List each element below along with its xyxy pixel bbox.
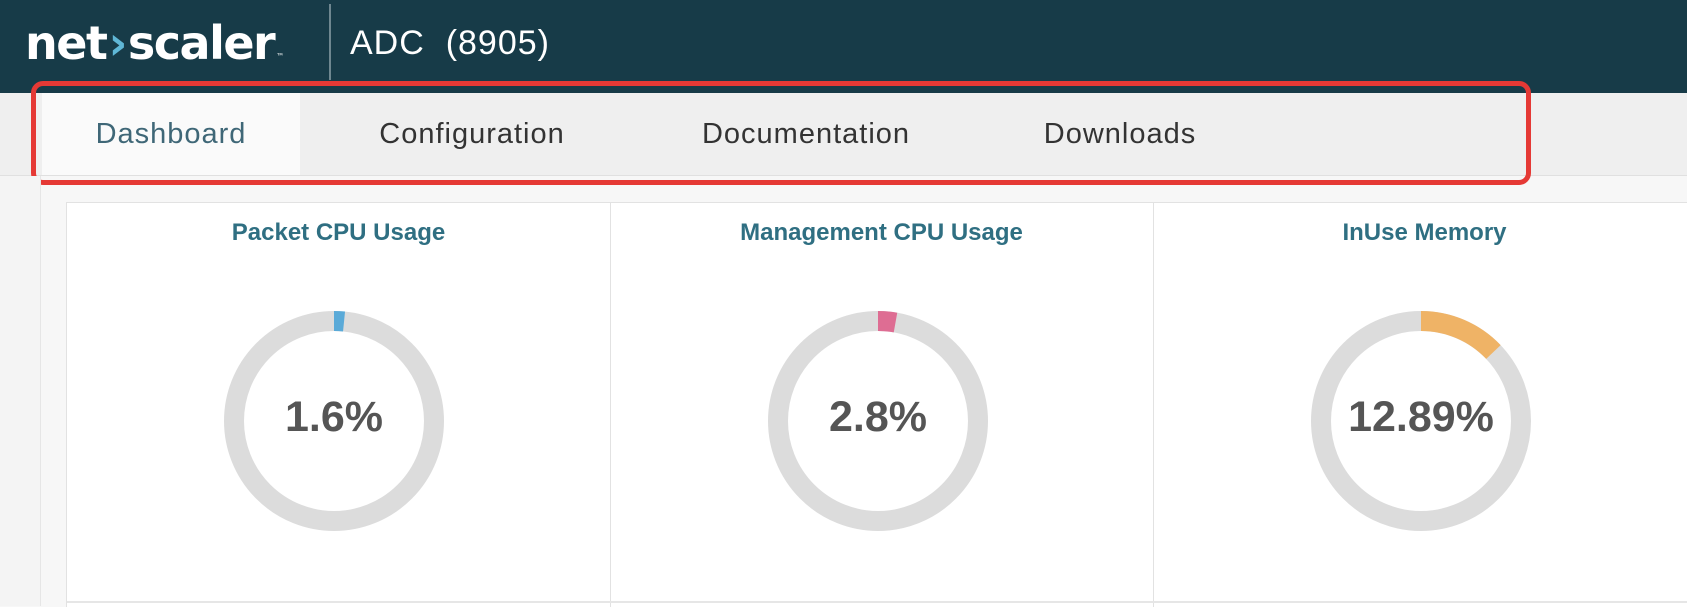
gauge-panel-management-cpu: Management CPU Usage 2.8% bbox=[610, 203, 1154, 607]
tab-documentation[interactable]: Documentation bbox=[680, 93, 932, 175]
left-sidebar-gutter bbox=[0, 176, 41, 606]
gauge-panel-inuse-memory: InUse Memory 12.89% bbox=[1153, 203, 1687, 607]
logo-text-scaler: scaler bbox=[127, 16, 276, 70]
gauge-value-arc bbox=[877, 310, 898, 333]
main-nav-tabs: Dashboard Configuration Documentation Do… bbox=[0, 93, 1687, 176]
netscaler-logo[interactable]: net › scaler ™ bbox=[25, 16, 284, 72]
header-divider bbox=[329, 4, 331, 80]
gauge-value: 12.89% bbox=[1348, 393, 1494, 441]
panel-divider bbox=[610, 601, 1153, 603]
tab-downloads[interactable]: Downloads bbox=[1010, 93, 1230, 175]
product-title: ADC (8905) bbox=[350, 24, 550, 63]
gauge-title: InUse Memory bbox=[1342, 219, 1507, 246]
tab-dashboard[interactable]: Dashboard bbox=[42, 93, 300, 175]
gauge-title: Packet CPU Usage bbox=[231, 219, 446, 246]
dashboard-gauges: Packet CPU Usage 1.6% Management CPU Usa… bbox=[66, 202, 1687, 607]
product-name: ADC bbox=[350, 24, 425, 62]
panel-divider bbox=[1153, 601, 1687, 603]
logo-chevron-icon: › bbox=[108, 16, 127, 70]
build-number: (8905) bbox=[445, 24, 550, 62]
gauge-value: 2.8% bbox=[828, 393, 927, 441]
logo-text-net: net bbox=[25, 16, 108, 70]
top-header-bar: net › scaler ™ ADC (8905) bbox=[0, 0, 1687, 93]
tab-configuration[interactable]: Configuration bbox=[345, 93, 599, 175]
gauge-value-arc bbox=[333, 310, 346, 332]
panel-divider bbox=[67, 601, 610, 603]
gauge-title: Management CPU Usage bbox=[740, 219, 1023, 246]
gauge-panel-packet-cpu: Packet CPU Usage 1.6% bbox=[67, 203, 611, 607]
gauge-value-arc bbox=[1420, 311, 1501, 360]
logo-trademark: ™ bbox=[276, 52, 285, 61]
gauge-value: 1.6% bbox=[284, 393, 383, 441]
